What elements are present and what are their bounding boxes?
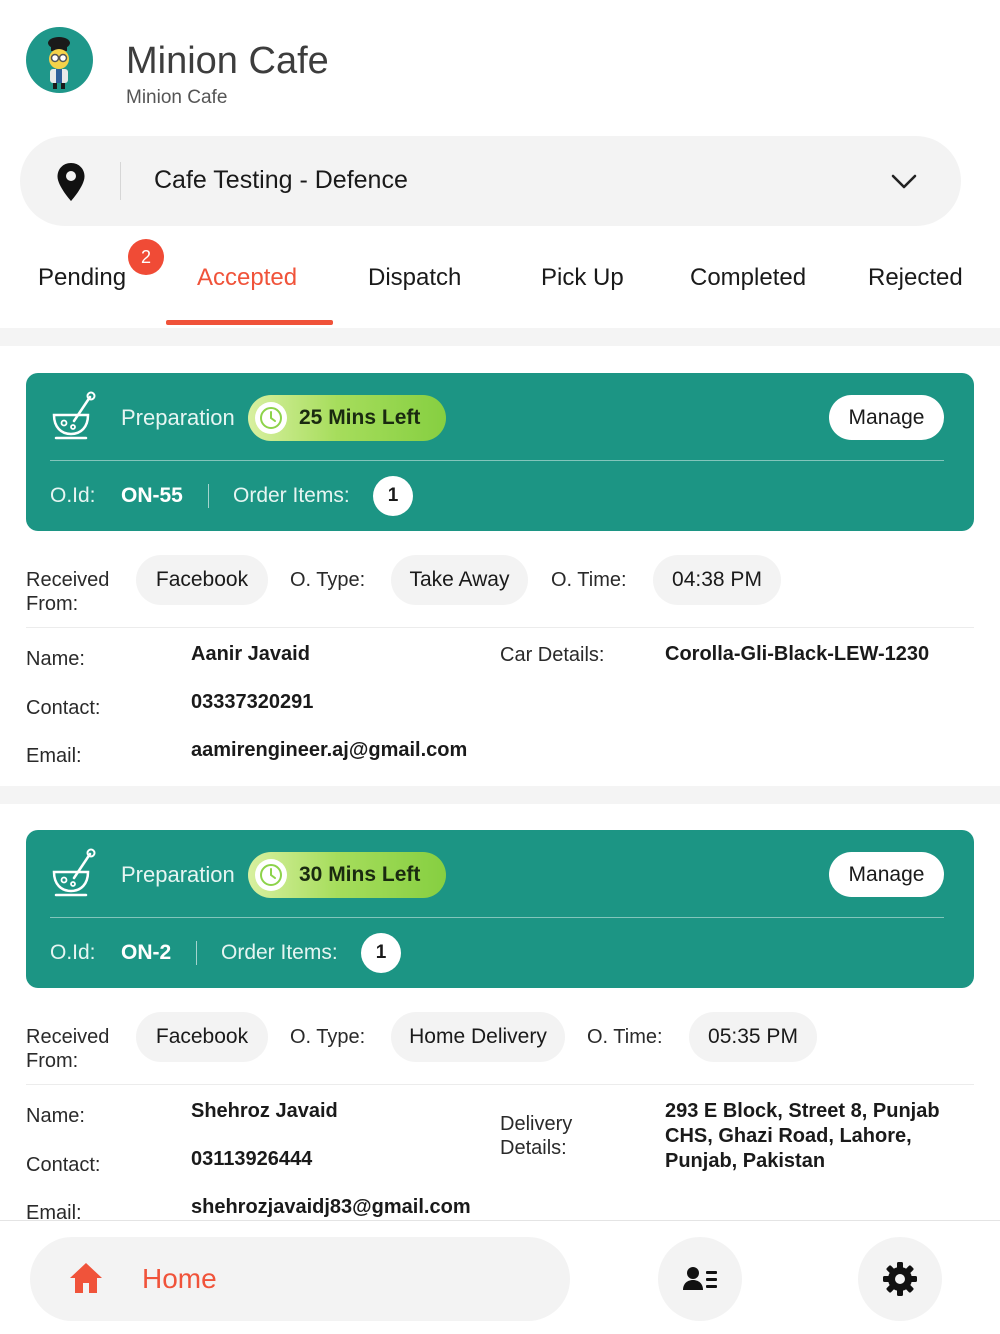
chevron-down-icon[interactable] <box>890 170 918 192</box>
car-details-label: Car Details: <box>500 644 605 666</box>
mixing-bowl-icon <box>50 391 96 441</box>
email-label: Email: <box>26 745 82 767</box>
customer-contact: 03113926444 <box>191 1148 313 1170</box>
order-card-header: Preparation 25 Mins Left Manage O.Id: ON… <box>26 373 974 531</box>
order-id-label: O.Id: <box>50 941 96 964</box>
order-time-label: O. Time: <box>551 569 627 591</box>
tab-accepted[interactable]: Accepted <box>197 264 297 292</box>
tab-pick-up[interactable]: Pick Up <box>541 264 624 292</box>
mixing-bowl-icon <box>50 848 96 898</box>
customer-contact: 03337320291 <box>191 691 314 713</box>
order-type-chip: Home Delivery <box>391 1012 565 1062</box>
preparation-label: Preparation <box>121 405 235 430</box>
customer-name: Aanir Javaid <box>191 643 310 665</box>
row-divider <box>26 1084 974 1085</box>
received-from-label: Received From: <box>26 1026 110 1072</box>
source-chip: Facebook <box>136 555 268 605</box>
order-time-chip: 05:35 PM <box>689 1012 817 1062</box>
chef-logo-icon <box>26 27 93 93</box>
time-left-pill: 25 Mins Left <box>248 395 446 441</box>
card-header-divider <box>50 460 944 461</box>
page-title: Minion Cafe <box>126 40 329 82</box>
gear-icon <box>883 1262 917 1296</box>
customer-name: Shehroz Javaid <box>191 1100 338 1122</box>
header-vertical-divider <box>196 941 197 965</box>
home-icon <box>68 1261 104 1295</box>
location-value: Cafe Testing - Defence <box>154 166 408 194</box>
tab-completed[interactable]: Completed <box>690 264 806 292</box>
order-type-chip: Take Away <box>391 555 528 605</box>
manage-button[interactable]: Manage <box>829 395 944 440</box>
order-time-chip: 04:38 PM <box>653 555 781 605</box>
app-header: Minion Cafe Minion Cafe <box>0 0 1000 130</box>
pending-count-badge: 2 <box>128 239 164 275</box>
location-divider <box>120 162 121 200</box>
card-header-divider <box>50 917 944 918</box>
order-id-label: O.Id: <box>50 484 96 507</box>
location-pin-icon <box>56 162 86 202</box>
time-left-text: 25 Mins Left <box>299 406 421 429</box>
contact-label: Contact: <box>26 1154 101 1176</box>
order-items-count: 1 <box>373 476 413 516</box>
page-subtitle: Minion Cafe <box>126 87 228 108</box>
car-details-value: Corolla-Gli-Black-LEW-1230 <box>665 643 930 665</box>
tab-pending[interactable]: Pending <box>38 264 126 292</box>
order-items-label: Order Items: <box>233 484 350 507</box>
section-separator <box>0 328 1000 346</box>
contact-label: Contact: <box>26 697 101 719</box>
tab-dispatch[interactable]: Dispatch <box>368 264 461 292</box>
nav-home-button[interactable]: Home <box>30 1237 570 1321</box>
clock-icon <box>255 859 287 891</box>
source-chip: Facebook <box>136 1012 268 1062</box>
name-label: Name: <box>26 648 85 670</box>
bottom-navigation: Home <box>0 1220 1000 1334</box>
section-separator <box>0 786 1000 804</box>
order-type-label: O. Type: <box>290 1026 366 1048</box>
customer-email: aamirengineer.aj@gmail.com <box>191 739 468 761</box>
preparation-label: Preparation <box>121 862 235 887</box>
manage-button[interactable]: Manage <box>829 852 944 897</box>
order-items-label: Order Items: <box>221 941 338 964</box>
order-id-value: ON-2 <box>121 941 172 964</box>
name-label: Name: <box>26 1105 85 1127</box>
nav-contacts-button[interactable] <box>658 1237 742 1321</box>
contacts-icon <box>683 1267 717 1290</box>
time-left-pill: 30 Mins Left <box>248 852 446 898</box>
order-id-value: ON-55 <box>121 484 183 507</box>
row-divider <box>26 627 974 628</box>
order-type-label: O. Type: <box>290 569 366 591</box>
tab-rejected[interactable]: Rejected <box>868 264 963 292</box>
active-tab-indicator <box>166 320 333 325</box>
customer-email: shehrozjavaidj83@gmail.com <box>191 1196 471 1218</box>
header-vertical-divider <box>208 484 209 508</box>
nav-home-label: Home <box>142 1263 217 1294</box>
clock-icon <box>255 402 287 434</box>
delivery-address: 293 E Block, Street 8, Punjab CHS, Ghazi… <box>665 1100 940 1172</box>
received-from-label: Received From: <box>26 569 110 615</box>
order-card-header: Preparation 30 Mins Left Manage O.Id: ON… <box>26 830 974 988</box>
status-tabs: Pending 2 Accepted Dispatch Pick Up Comp… <box>0 236 1000 328</box>
time-left-text: 30 Mins Left <box>299 863 421 886</box>
order-items-count: 1 <box>361 933 401 973</box>
nav-settings-button[interactable] <box>858 1237 942 1321</box>
order-time-label: O. Time: <box>587 1026 663 1048</box>
delivery-details-label: Delivery Details: <box>500 1113 573 1159</box>
